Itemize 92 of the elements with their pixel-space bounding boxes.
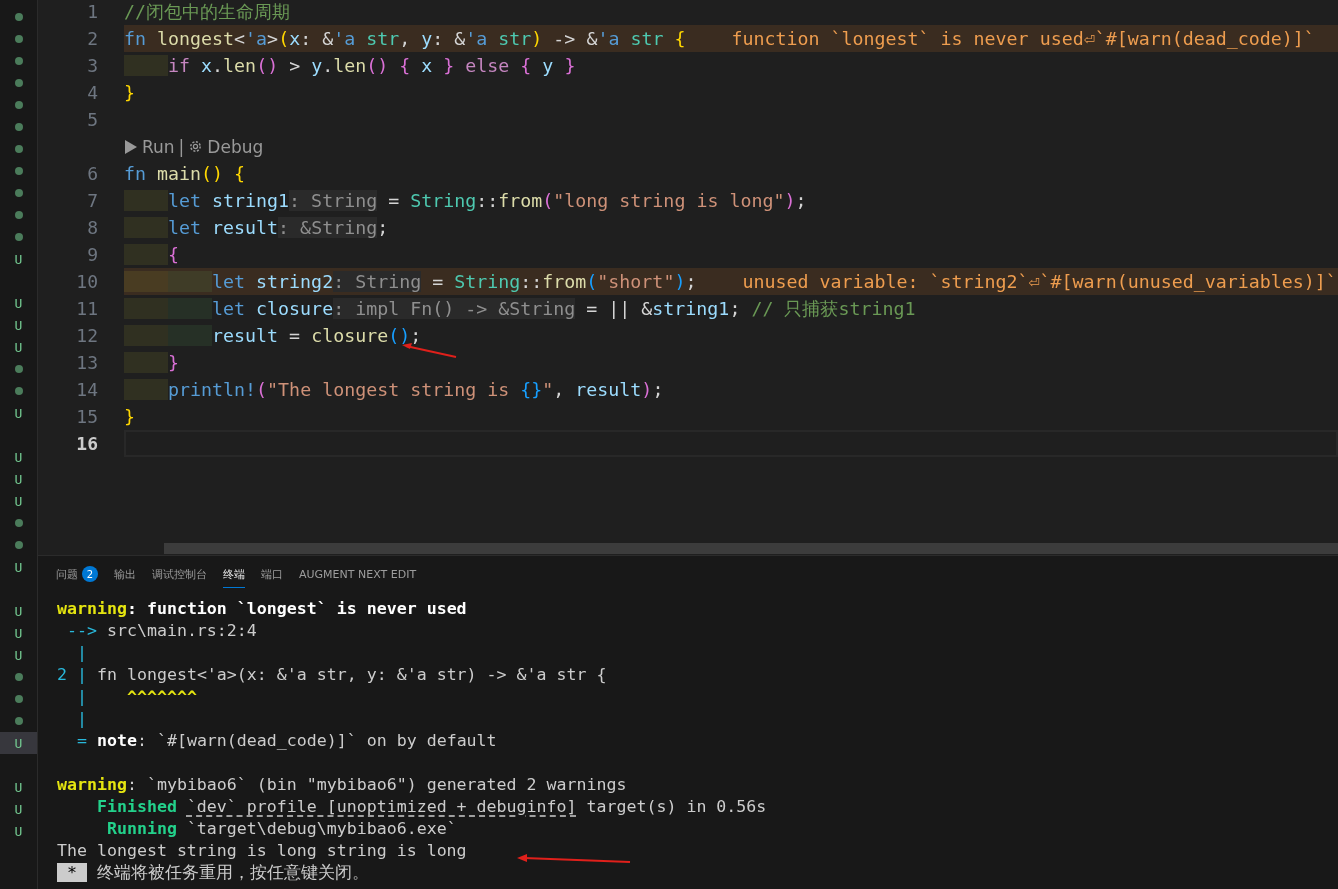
line-number: 8: [86, 217, 98, 238]
status-dot-icon: [14, 387, 23, 395]
status-dot-icon: [14, 541, 23, 549]
code-line: fn longest<'a>(x: &'a str, y: &'a str) -> &'a str {: [124, 27, 686, 51]
selected-row[interactable]: U: [0, 732, 37, 754]
panel-tab[interactable]: AUGMENT NEXT EDIT: [299, 561, 417, 587]
git-status-letter: U: [14, 559, 23, 575]
run-link[interactable]: Run: [142, 136, 175, 157]
terminal-line: The longest string is long string is long: [57, 840, 467, 862]
count-badge: 2: [82, 566, 98, 582]
separator: |: [178, 136, 185, 157]
horizontal-scrollbar[interactable]: [164, 543, 1338, 554]
code-line: //闭包中的生命周期: [124, 0, 290, 24]
git-status-letter: U: [14, 493, 23, 509]
status-dot-icon: [14, 167, 23, 175]
status-dot-icon: [14, 189, 23, 197]
line-number: 10: [75, 271, 98, 292]
status-dot-icon: [14, 519, 23, 527]
code-line: result = closure();: [124, 322, 422, 349]
git-status-letter: U: [14, 295, 23, 311]
terminal-line: = note: `#[warn(dead_code)]` on by default: [75, 730, 497, 752]
status-dot-icon: [14, 233, 23, 241]
line-number: 7: [86, 190, 98, 211]
git-status-letter: U: [14, 471, 23, 487]
line-number: 15: [75, 406, 98, 427]
terminal-line: |: [75, 708, 87, 730]
inline-warning: function `longest` is never used⏎`#[warn(dead_code)]`: [731, 27, 1315, 51]
code-line: let closure: impl Fn() -> &String = || &string1; // 只捕获string1: [124, 295, 916, 322]
status-dot-icon: [14, 79, 23, 87]
status-dot-icon: [14, 101, 23, 109]
code-line: let string2: String = String::from("short");: [124, 268, 697, 295]
line-number: 4: [86, 82, 98, 103]
line-number: 14: [75, 379, 98, 400]
code-line: }: [124, 81, 135, 105]
status-dot-icon: [14, 123, 23, 131]
status-dot-icon: [14, 717, 23, 725]
terminal-line: warning: `mybibao6` (bin "mybibao6") generated 2 warnings: [57, 774, 627, 796]
git-status-letter: U: [14, 251, 23, 267]
line-number: 11: [75, 298, 98, 319]
code-line: {: [124, 241, 180, 268]
play-icon: [124, 138, 138, 155]
git-status-letter: U: [14, 339, 23, 355]
status-dot-icon: [14, 57, 23, 65]
code-line: }: [124, 405, 135, 429]
code-line: let string1: String = String::from("long string is long");: [124, 187, 807, 214]
line-number: 9: [86, 244, 98, 265]
status-dot-icon: [14, 211, 23, 219]
inline-warning: unused variable: `string2`⏎`#[warn(unused_variables)]`: [742, 270, 1337, 294]
gear-icon: [188, 139, 204, 154]
git-status-letter: U: [14, 449, 23, 465]
terminal-line: Finished `dev` profile [unoptimized + debuginfo] target(s) in 0.56s: [95, 796, 767, 818]
terminal-line: Running `target\debug\mybibao6.exe`: [105, 818, 457, 840]
terminal-line: --> src\main.rs:2:4: [66, 620, 257, 642]
code-line: let result: &String;: [124, 214, 389, 241]
debug-link[interactable]: Debug: [207, 136, 264, 157]
terminal-line: warning: function `longest` is never used: [57, 598, 467, 620]
terminal-line: * 终端将被任务重用，按任意键关闭。: [57, 862, 369, 884]
git-status-letter: U: [14, 823, 23, 839]
line-number: 13: [75, 352, 98, 373]
code-line: if x.len() > y.len() { x } else { y }: [124, 52, 576, 79]
code-line: }: [124, 349, 180, 376]
terminal-line: 2 | fn longest<'a>(x: &'a str, y: &'a str) -> &'a str {: [57, 664, 607, 686]
git-status-letter: U: [14, 779, 23, 795]
panel-tab[interactable]: 调试控制台: [152, 560, 207, 588]
status-dot-icon: [14, 365, 23, 373]
panel-tab[interactable]: 端口: [261, 560, 283, 588]
git-status-letter: U: [14, 405, 23, 421]
line-number: 6: [86, 163, 98, 184]
status-dot-icon: [14, 35, 23, 43]
line-number: 12: [75, 325, 98, 346]
code-line: fn main() {: [124, 162, 246, 186]
git-status-letter: U: [14, 801, 23, 817]
git-status-letter: U: [14, 603, 23, 619]
line-number: 3: [86, 55, 98, 76]
status-dot-icon: [14, 695, 23, 703]
line-number: 16: [75, 433, 98, 454]
line-number: 1: [86, 1, 98, 22]
status-dot-icon: [14, 145, 23, 153]
status-dot-icon: [14, 13, 23, 21]
panel-tab[interactable]: 终端: [223, 560, 245, 588]
git-status-letter: U: [14, 647, 23, 663]
panel-tab[interactable]: 问题 2: [56, 560, 98, 588]
git-status-letter: U: [14, 317, 23, 333]
status-dot-icon: [14, 673, 23, 681]
line-number: 5: [86, 109, 98, 130]
git-status-letter: U: [14, 625, 23, 641]
terminal-line: | ^^^^^^^: [75, 686, 197, 708]
panel-tab[interactable]: 输出: [114, 560, 136, 588]
terminal-line: |: [75, 642, 87, 664]
git-status-letter: U: [14, 735, 23, 751]
code-line: println!("The longest string is {}", result);: [124, 376, 664, 403]
line-number: 2: [86, 28, 98, 49]
